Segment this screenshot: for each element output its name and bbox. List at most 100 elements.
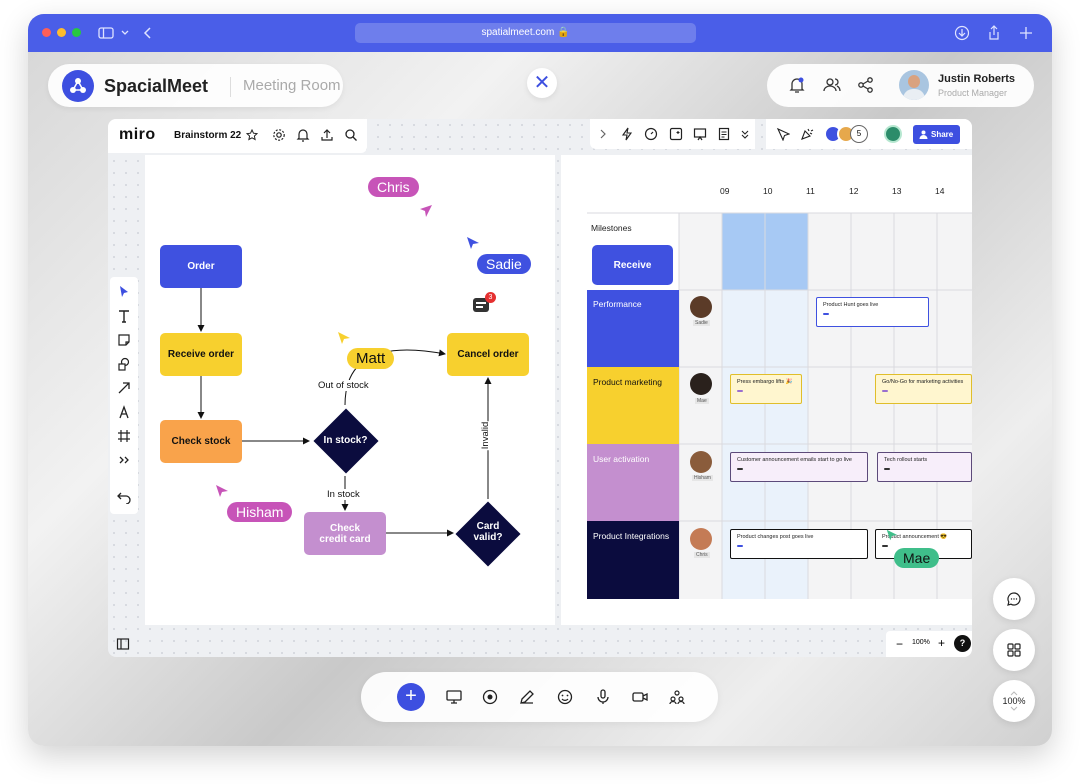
download-icon[interactable] bbox=[954, 25, 970, 41]
cursor-mae: Mae bbox=[894, 548, 940, 568]
zoom-select-button[interactable]: 100% bbox=[993, 680, 1035, 722]
bell-icon[interactable] bbox=[787, 75, 807, 95]
avatar bbox=[690, 528, 712, 550]
collaborator-count[interactable]: 5 bbox=[850, 125, 868, 143]
settings-icon[interactable] bbox=[272, 128, 286, 142]
miro-board[interactable]: miro Brainstorm 22 5 Share Order Receive… bbox=[108, 119, 972, 657]
user-bar: Justin Roberts Product Manager bbox=[767, 64, 1034, 107]
share-network-icon[interactable] bbox=[856, 75, 876, 95]
brand-name: SpacialMeet bbox=[104, 76, 209, 96]
timeline-card[interactable]: Go/No-Go for marketing activities bbox=[875, 374, 972, 404]
timeline-card[interactable]: Product Hunt goes live bbox=[816, 297, 929, 327]
label-invalid: Invalid bbox=[480, 420, 492, 451]
close-button[interactable]: ✕ bbox=[527, 68, 557, 98]
arrow-line-icon[interactable] bbox=[117, 381, 131, 395]
zoom-window-button[interactable] bbox=[72, 28, 81, 37]
zoom-in-button[interactable]: + bbox=[938, 636, 945, 650]
screen-share-icon[interactable] bbox=[445, 688, 463, 706]
node-receive-order[interactable]: Receive order bbox=[160, 333, 242, 376]
help-button[interactable]: ? bbox=[954, 635, 971, 652]
zoom-select-value: 100% bbox=[1002, 696, 1026, 706]
node-check-stock[interactable]: Check stock bbox=[160, 420, 242, 463]
present-icon[interactable] bbox=[693, 127, 707, 141]
apps-button[interactable] bbox=[993, 629, 1035, 671]
cursor-follow-icon[interactable] bbox=[776, 127, 790, 141]
share-icon[interactable] bbox=[986, 25, 1002, 41]
avatar-name: Chris bbox=[694, 552, 710, 558]
search-icon[interactable] bbox=[344, 128, 358, 142]
left-toolbar bbox=[110, 277, 138, 514]
sidebar-toggle-icon[interactable] bbox=[116, 637, 130, 651]
camera-icon[interactable] bbox=[631, 688, 649, 706]
grid-icon bbox=[1007, 643, 1021, 657]
select-cursor-icon[interactable] bbox=[117, 285, 131, 299]
share-button[interactable]: Share bbox=[913, 125, 960, 144]
more-down-icon[interactable] bbox=[740, 128, 750, 140]
users-icon[interactable] bbox=[822, 75, 842, 95]
undo-panel bbox=[110, 482, 138, 512]
undo-icon[interactable] bbox=[117, 490, 131, 504]
milestone-receive[interactable]: Receive bbox=[592, 245, 673, 285]
draw-icon[interactable] bbox=[518, 688, 536, 706]
minimize-window-button[interactable] bbox=[57, 28, 66, 37]
current-user-avatar[interactable] bbox=[884, 125, 902, 143]
timeline-frame[interactable]: 09 10 11 12 13 14 Milestones Receive Per… bbox=[561, 155, 972, 625]
address-bar[interactable]: spatialmeet.com 🔒 bbox=[355, 23, 696, 43]
more-tools-icon[interactable] bbox=[117, 453, 131, 467]
timeline-card[interactable]: Tech rollout starts bbox=[877, 452, 972, 482]
close-window-button[interactable] bbox=[42, 28, 51, 37]
shapes-icon[interactable] bbox=[117, 357, 131, 371]
flowchart-frame[interactable]: Order Receive order Check stock In stock… bbox=[145, 155, 555, 625]
board-name[interactable]: Brainstorm 22 bbox=[174, 130, 241, 141]
row-label: Product Integrations bbox=[593, 531, 670, 541]
back-icon[interactable] bbox=[140, 25, 156, 41]
node-card-valid[interactable]: Card valid? bbox=[455, 501, 521, 567]
timeline-card[interactable]: Press embargo lifts 🎉 bbox=[730, 374, 802, 404]
cursor-pointer-icon bbox=[467, 237, 479, 249]
frame-icon[interactable] bbox=[117, 429, 131, 443]
sidebar-icon[interactable] bbox=[98, 25, 114, 41]
add-button[interactable]: + bbox=[397, 683, 425, 711]
timer-icon[interactable] bbox=[644, 127, 658, 141]
card-tag bbox=[882, 545, 888, 547]
user-name: Justin Roberts bbox=[938, 73, 1016, 85]
address-text: spatialmeet.com bbox=[481, 27, 555, 38]
avatar bbox=[690, 296, 712, 318]
chevron-right-icon[interactable] bbox=[598, 128, 608, 140]
sticky-add-icon[interactable] bbox=[669, 127, 683, 141]
celebrate-icon[interactable] bbox=[800, 127, 814, 141]
star-icon[interactable] bbox=[246, 129, 258, 141]
card-title: Go/No-Go for marketing activities bbox=[882, 379, 964, 385]
avatar-name: Hisham bbox=[692, 475, 713, 481]
label-out-of-stock: Out of stock bbox=[317, 380, 370, 391]
zoom-out-button[interactable]: − bbox=[896, 637, 903, 651]
notes-icon[interactable] bbox=[717, 127, 731, 141]
node-order[interactable]: Order bbox=[160, 245, 242, 288]
node-in-stock[interactable]: In stock? bbox=[313, 408, 379, 474]
chevron-down-icon[interactable] bbox=[120, 25, 130, 41]
participants-icon[interactable] bbox=[668, 688, 686, 706]
lightning-icon[interactable] bbox=[620, 127, 634, 141]
upload-icon[interactable] bbox=[320, 128, 334, 142]
zoom-level[interactable]: 100% bbox=[912, 639, 930, 646]
pen-icon[interactable] bbox=[117, 405, 131, 419]
user-avatar[interactable] bbox=[899, 70, 929, 100]
row-performance: Performance bbox=[587, 290, 679, 367]
record-icon[interactable] bbox=[481, 688, 499, 706]
avatar bbox=[690, 451, 712, 473]
room-name: Meeting Room bbox=[230, 77, 341, 97]
avatar-name: Mae bbox=[695, 398, 709, 404]
microphone-icon[interactable] bbox=[594, 688, 612, 706]
emoji-icon[interactable] bbox=[556, 688, 574, 706]
node-check-credit-card[interactable]: Check credit card bbox=[304, 512, 386, 555]
timeline-card[interactable]: Customer announcement emails start to go… bbox=[730, 452, 868, 482]
bell-icon[interactable] bbox=[296, 128, 310, 142]
row-label: User activation bbox=[593, 454, 650, 464]
text-icon[interactable] bbox=[117, 309, 131, 323]
node-cancel-order[interactable]: Cancel order bbox=[447, 333, 529, 376]
timeline-card[interactable]: Product changes post goes live bbox=[730, 529, 868, 559]
new-tab-icon[interactable] bbox=[1018, 25, 1034, 41]
sticky-note-icon[interactable] bbox=[117, 333, 131, 347]
chat-button[interactable] bbox=[993, 578, 1035, 620]
person-icon bbox=[919, 130, 928, 139]
